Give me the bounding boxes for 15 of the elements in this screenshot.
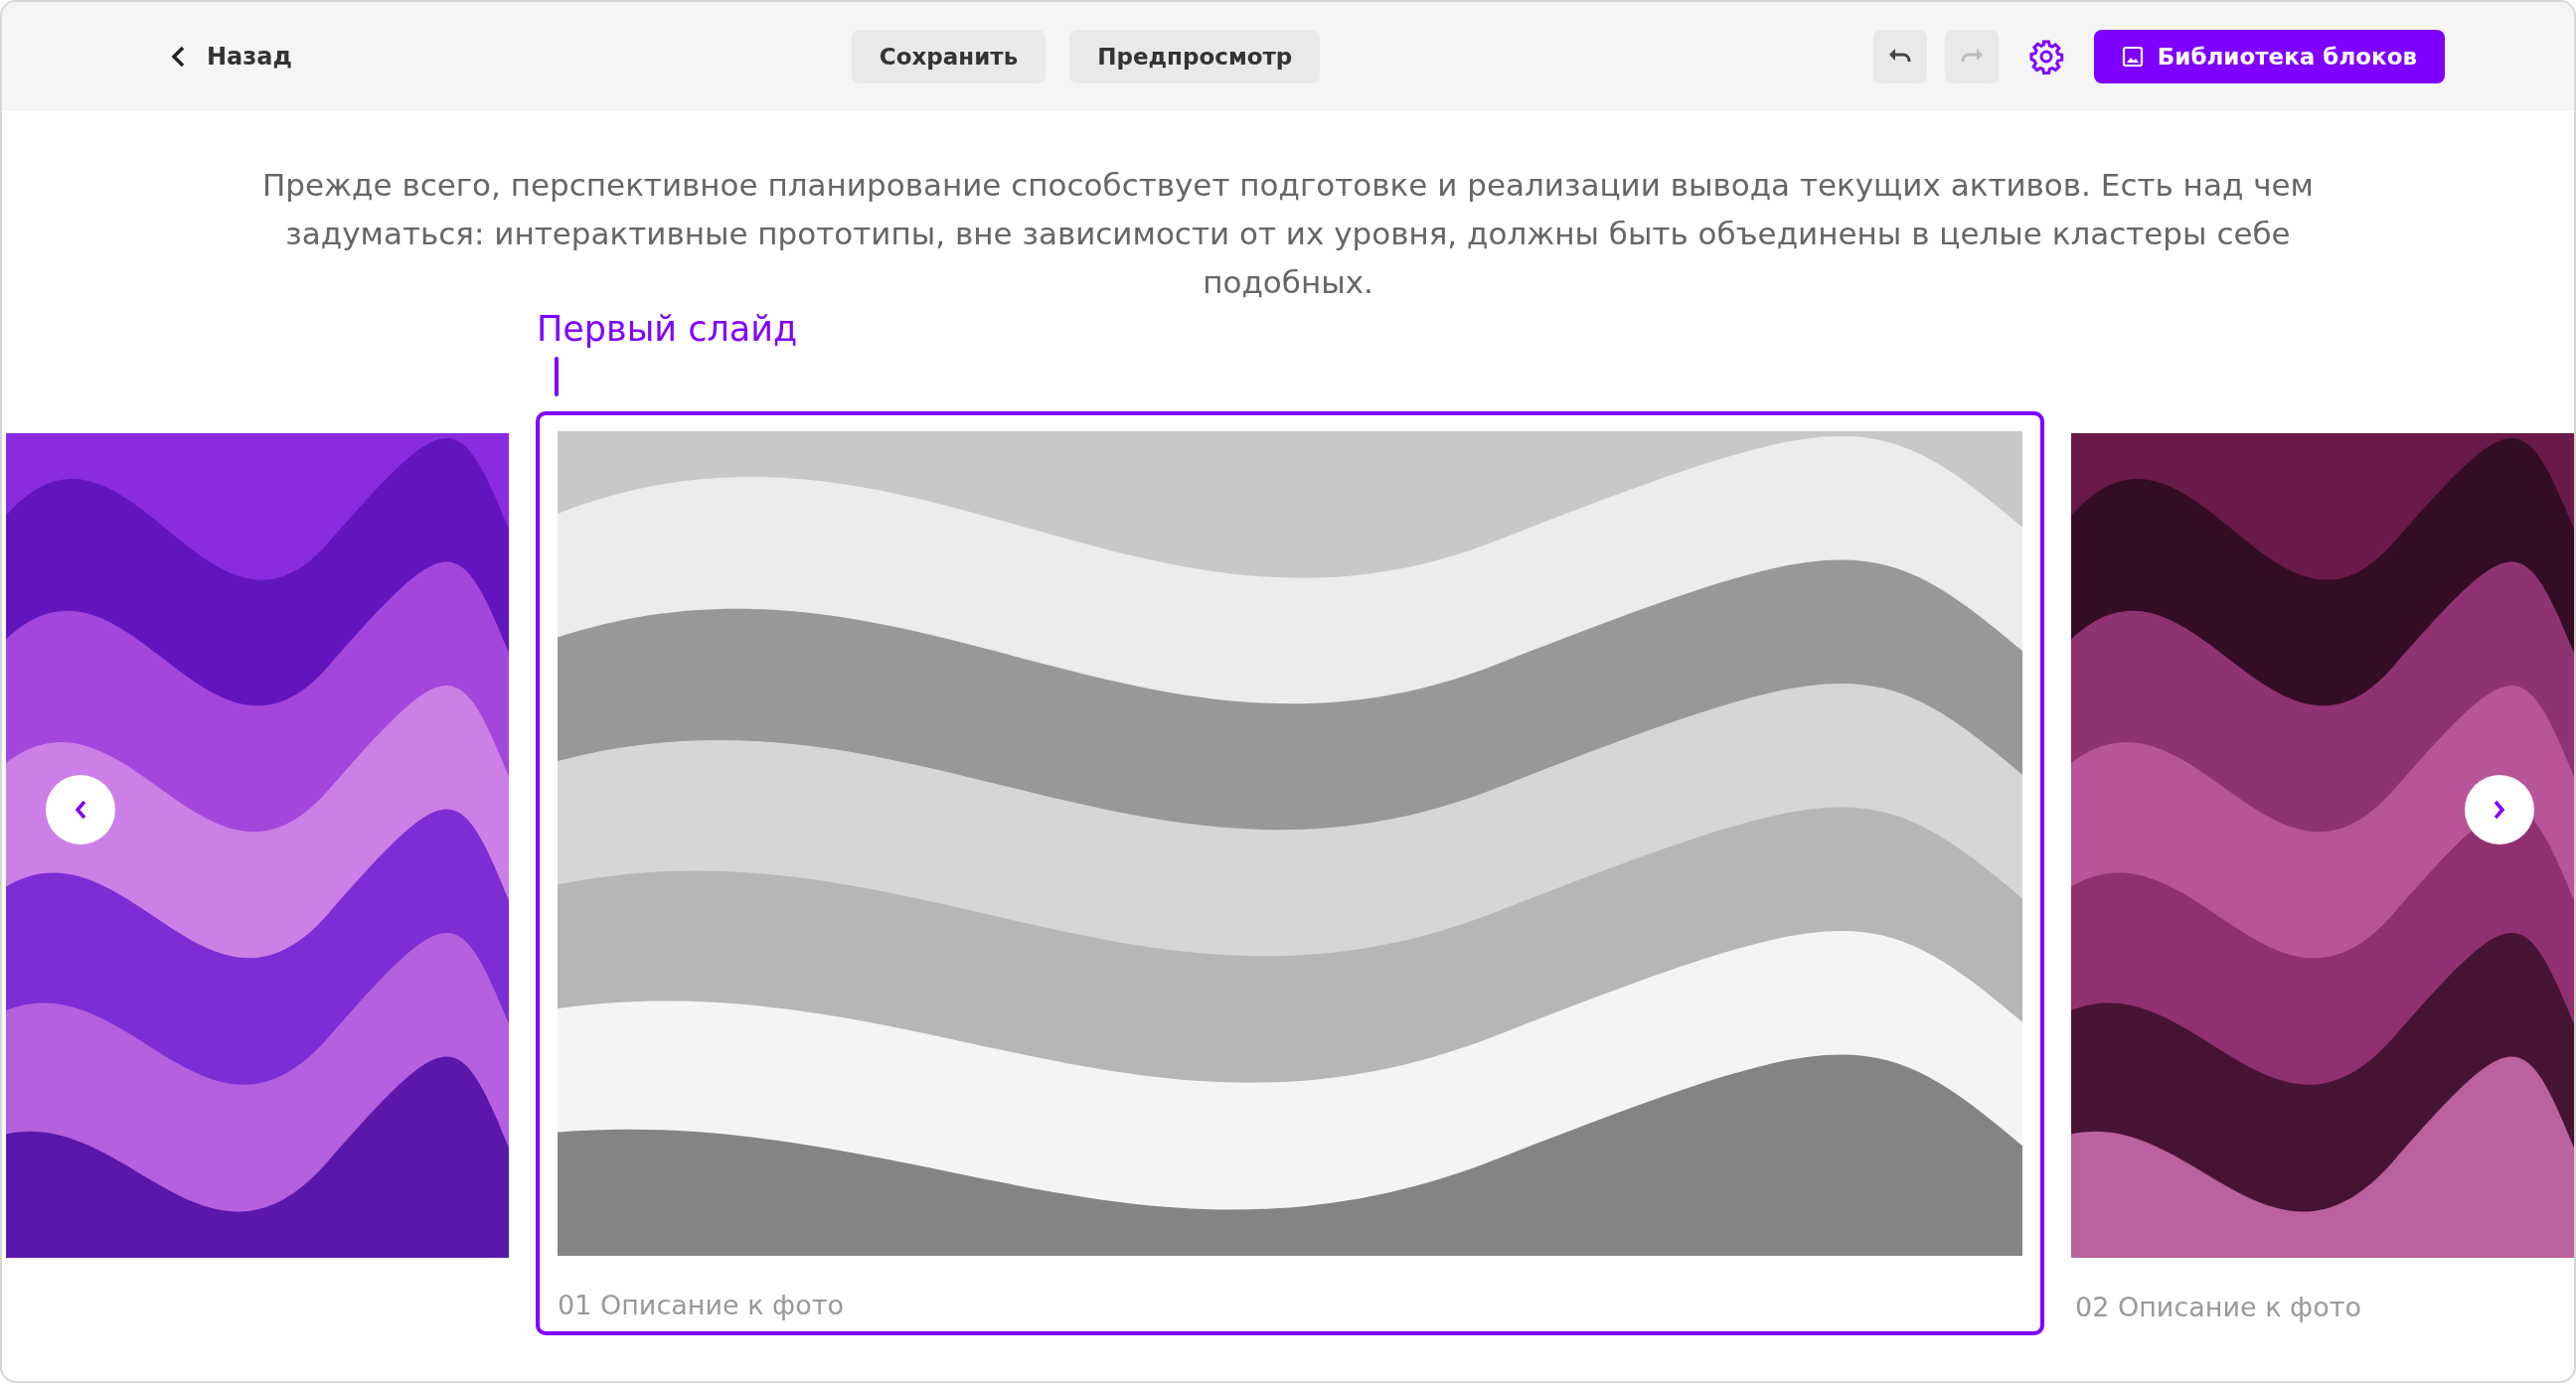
- intro-paragraph: Прежде всего, перспективное планирование способствует подготовке и реализации вывода текущих активов. Есть над чем задуматься: интерактивные прототипы, вне зависимости от их уровня, должны быть объединены в целые кластеры себе подобных.: [261, 166, 2315, 302]
- chevron-left-icon: [74, 799, 87, 821]
- toolbar-button[interactable]: Сохранить: [851, 30, 1046, 83]
- back-link[interactable]: Назад: [171, 39, 292, 75]
- settings-icon[interactable]: [2027, 39, 2064, 75]
- block-library-button[interactable]: Библиотека блоков: [2093, 30, 2445, 83]
- image-icon: [2121, 46, 2144, 68]
- chevron-left-icon: [171, 46, 185, 68]
- photo-caption: 02 Описание к фото: [2075, 1291, 2361, 1324]
- photo-caption: 01 Описание к фото: [558, 1289, 844, 1322]
- chevron-right-icon: [2493, 799, 2506, 821]
- toolbar-button[interactable]: Предпросмотр: [1069, 30, 1321, 83]
- leader-line: [555, 357, 559, 396]
- slide-label: Первый слайд: [537, 309, 798, 349]
- undo-button[interactable]: [1872, 30, 1927, 83]
